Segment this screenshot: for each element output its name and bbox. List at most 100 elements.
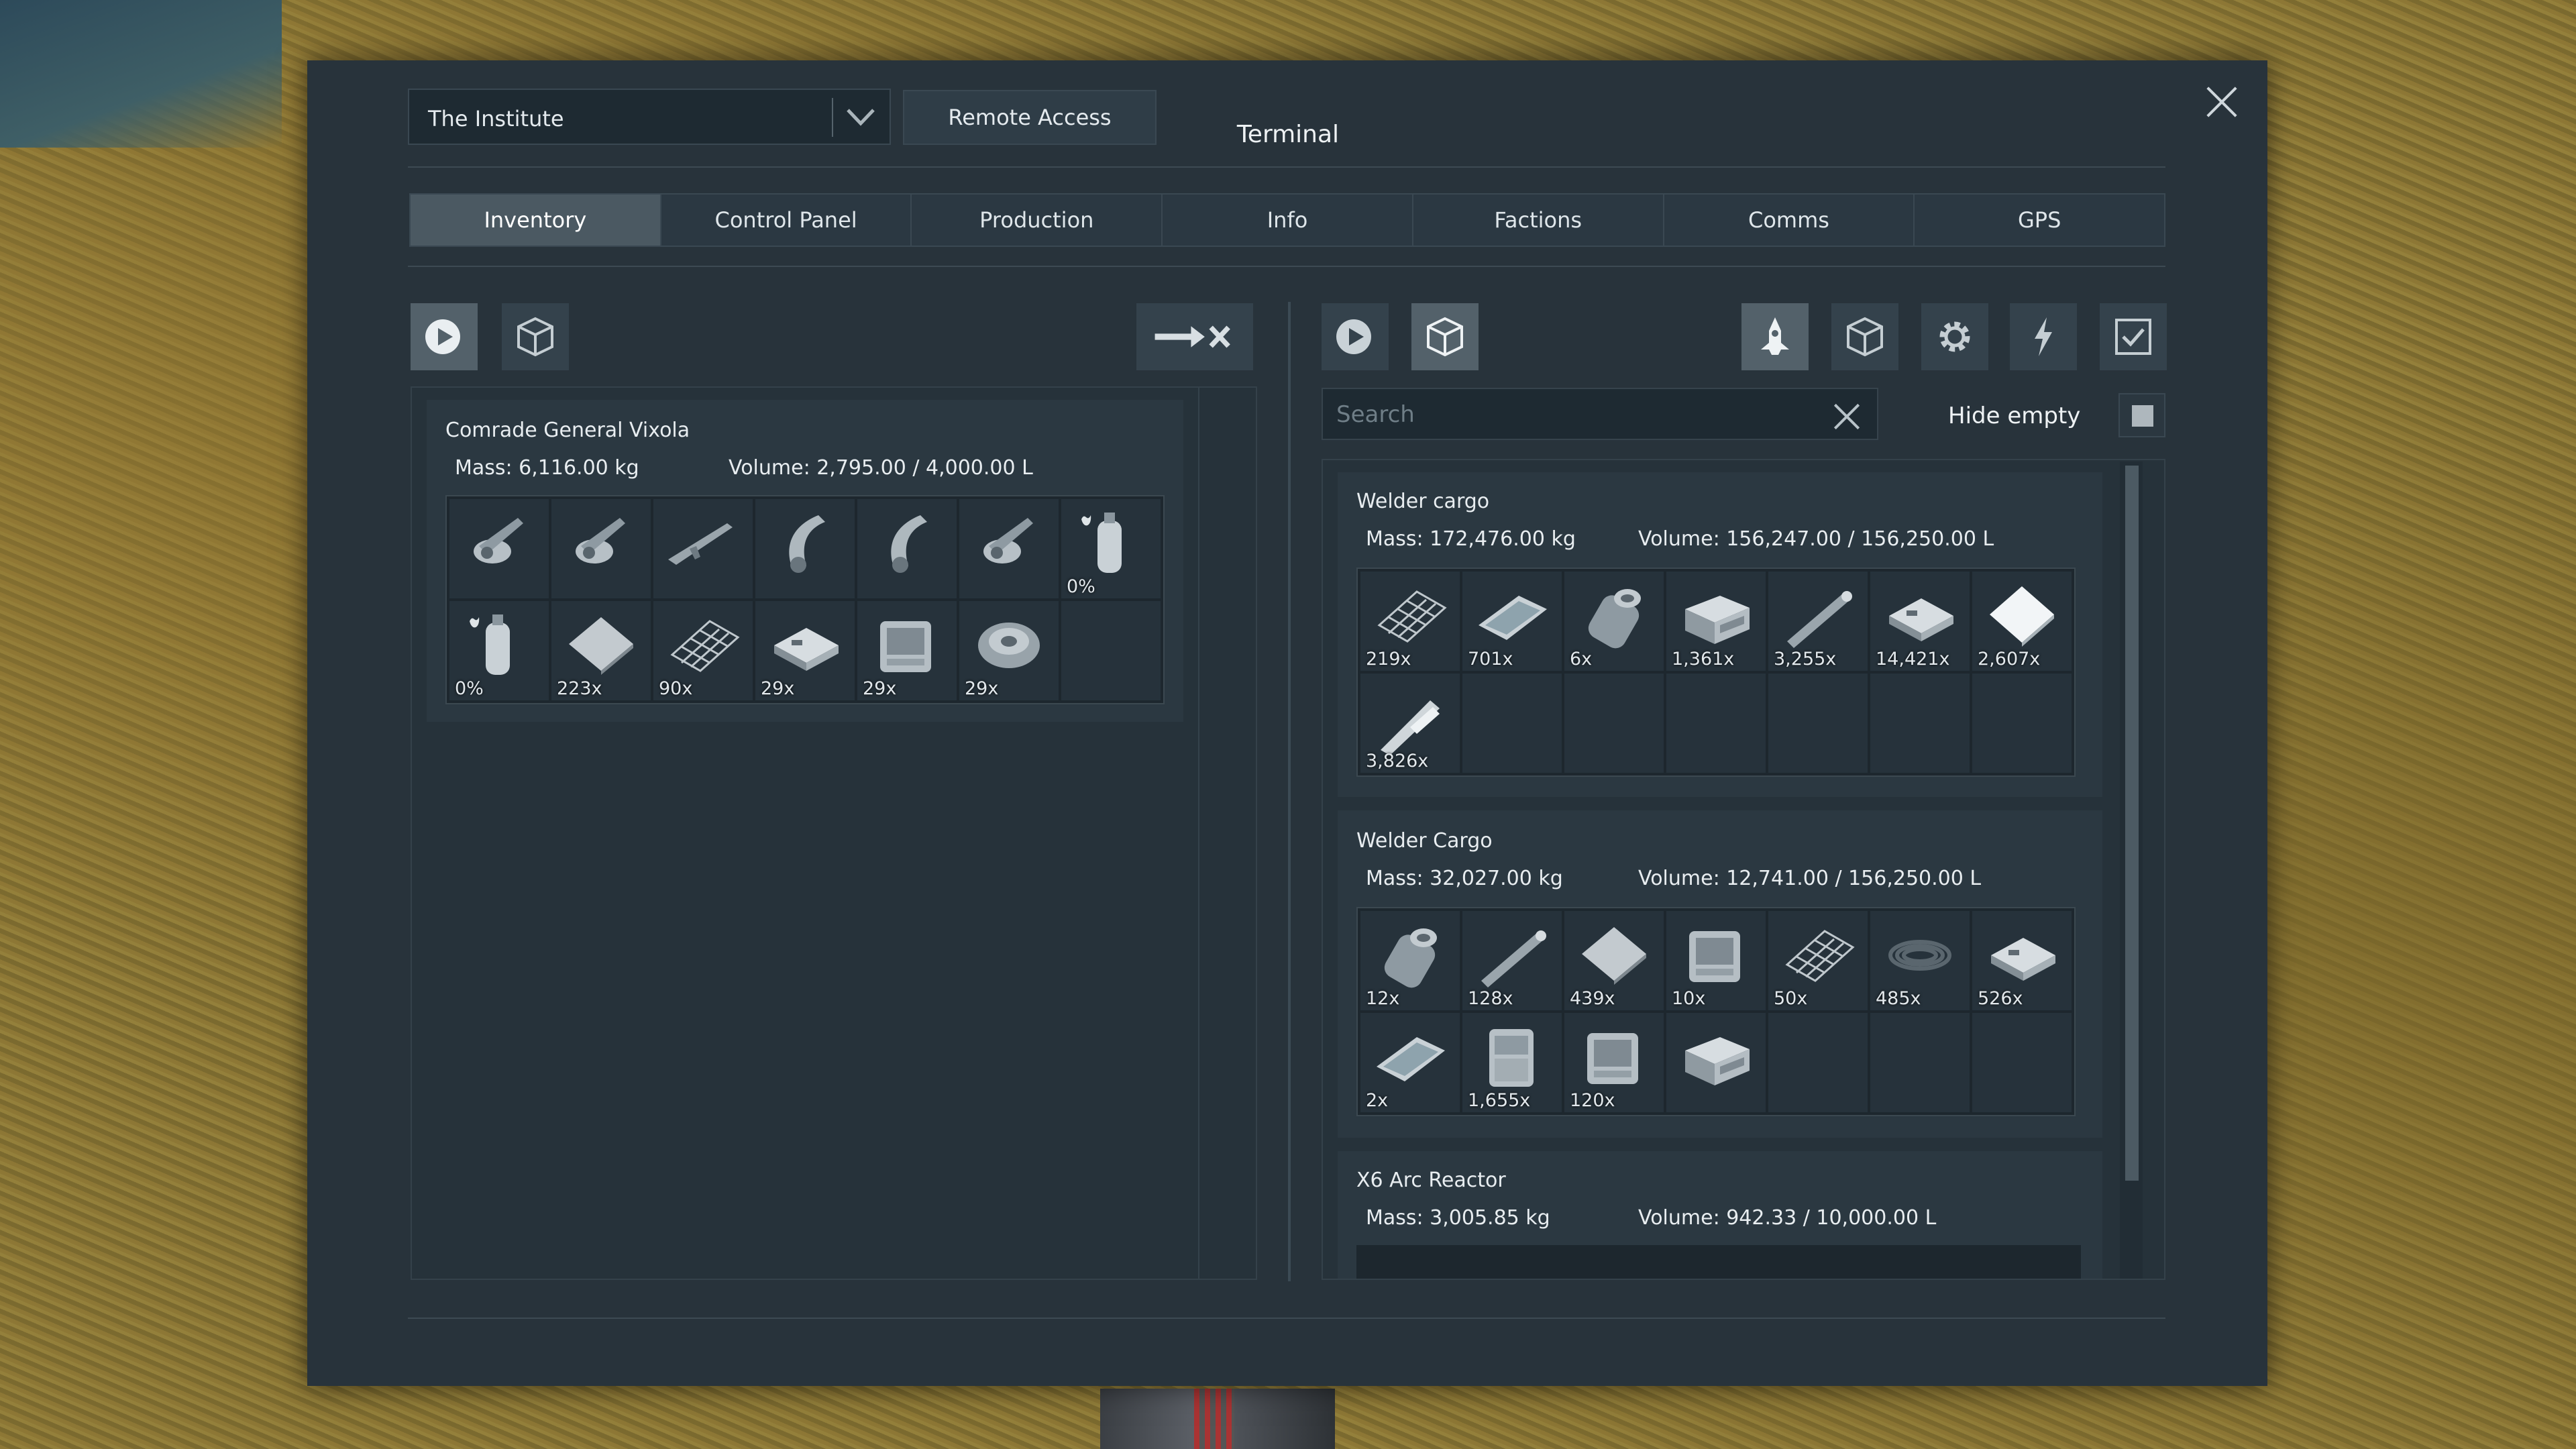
inventory-name: Comrade General Vixola <box>445 419 690 442</box>
inventory-mass: Mass: 32,027.00 kg <box>1366 867 1563 890</box>
inventory-slot[interactable] <box>857 499 957 598</box>
grinder-icon <box>474 518 523 564</box>
inventory-slot[interactable]: 439x <box>1564 911 1664 1010</box>
motor-icon <box>978 623 1040 668</box>
right-filter-character-button[interactable] <box>1322 303 1389 370</box>
inventory-slot[interactable]: 219x <box>1360 572 1460 671</box>
filter-functional-button[interactable] <box>1921 303 1988 370</box>
chevron-down-icon <box>847 109 875 126</box>
empty-inventory-slot[interactable] <box>1666 674 1766 773</box>
empty-inventory-slot[interactable] <box>1061 601 1161 700</box>
inventory-volume: Volume: 942.33 / 10,000.00 L <box>1638 1206 1937 1230</box>
inventory-slot[interactable]: 0% <box>449 601 549 700</box>
inventory-slot[interactable] <box>653 499 753 598</box>
hydrogen-bottle-icon <box>1081 513 1122 573</box>
computer-icon <box>1587 1033 1638 1084</box>
inventory-slot[interactable]: 29x <box>959 601 1059 700</box>
empty-inventory-slot[interactable] <box>1564 674 1664 773</box>
left-filter-container-button[interactable] <box>502 303 569 370</box>
inventory-slot[interactable]: 120x <box>1564 1013 1664 1112</box>
item-count: 485x <box>1876 988 1921 1009</box>
large-tube-icon <box>1787 591 1852 648</box>
inventory-slot[interactable]: 50x <box>1768 911 1868 1010</box>
filter-power-button[interactable] <box>2010 303 2077 370</box>
left-filter-character-button[interactable] <box>411 303 478 370</box>
container-icon <box>1427 317 1463 357</box>
inventory-slot[interactable] <box>755 499 855 598</box>
inventory-slot[interactable]: 3,826x <box>1360 674 1460 773</box>
inventory-slot[interactable] <box>551 499 651 598</box>
item-count: 3,826x <box>1366 751 1429 771</box>
search-input[interactable] <box>1335 396 1794 433</box>
empty-inventory-slot[interactable] <box>1972 1013 2072 1112</box>
inventory-slot[interactable]: 12x <box>1360 911 1460 1010</box>
tab-production[interactable]: Production <box>912 195 1163 246</box>
remote-access-button[interactable]: Remote Access <box>903 90 1157 145</box>
inventory-slot[interactable]: 10x <box>1666 911 1766 1010</box>
cargo-icon <box>1847 317 1883 357</box>
empty-inventory-slot[interactable] <box>1870 1013 1970 1112</box>
bulletproof-glass-icon <box>1990 586 2054 647</box>
item-count: 0% <box>455 678 484 699</box>
filter-ship-button[interactable] <box>1741 303 1809 370</box>
inventory-name: Welder cargo <box>1356 490 1490 513</box>
item-count: 0% <box>1067 576 1095 597</box>
inventory-name: X6 Arc Reactor <box>1356 1169 1506 1192</box>
empty-inventory-slot[interactable] <box>1972 674 2072 773</box>
metal-grid-icon <box>1785 930 1855 982</box>
grid-selector-value: The Institute <box>428 106 564 131</box>
inventory-slot[interactable]: 526x <box>1972 911 2072 1010</box>
item-count: 12x <box>1366 988 1400 1009</box>
inventory-slot[interactable]: 0% <box>1061 499 1161 598</box>
right-filter-container-button[interactable] <box>1411 303 1479 370</box>
inventory-slot[interactable]: 2,607x <box>1972 572 2072 671</box>
inventory-slot[interactable] <box>1666 1013 1766 1112</box>
computer-icon <box>880 621 931 672</box>
inventory-slot[interactable]: 1,655x <box>1462 1013 1562 1112</box>
tab-inventory[interactable]: Inventory <box>411 195 661 246</box>
inventory-slot[interactable]: 1,361x <box>1666 572 1766 671</box>
container-icon <box>517 317 553 357</box>
empty-inventory-slot[interactable] <box>1462 674 1562 773</box>
panel-splitter[interactable] <box>1288 302 1291 1281</box>
item-count: 1,361x <box>1672 649 1735 669</box>
tab-gps[interactable]: GPS <box>1915 195 2164 246</box>
item-count: 29x <box>965 678 999 699</box>
inventory-slot[interactable]: 29x <box>755 601 855 700</box>
inventory-slot[interactable] <box>959 499 1059 598</box>
tab-control-panel[interactable]: Control Panel <box>661 195 912 246</box>
inventory-slot[interactable]: 128x <box>1462 911 1562 1010</box>
empty-inventory-slot[interactable] <box>1768 674 1868 773</box>
inventory-slot[interactable]: 29x <box>857 601 957 700</box>
transfer-button[interactable] <box>1136 303 1253 370</box>
item-count: 1,655x <box>1468 1090 1531 1111</box>
inventory-mass: Mass: 6,116.00 kg <box>455 456 639 480</box>
scrollbar-thumb[interactable] <box>2125 466 2139 1181</box>
grid-selector-dropdown[interactable]: The Institute <box>408 89 891 145</box>
inventory-slot[interactable]: 2x <box>1360 1013 1460 1112</box>
tab-factions[interactable]: Factions <box>1413 195 1664 246</box>
hide-empty-checkbox[interactable] <box>2118 393 2165 437</box>
inventory-slot[interactable]: 223x <box>551 601 651 700</box>
filter-cargo-button[interactable] <box>1831 303 1898 370</box>
inventory-slot[interactable]: 90x <box>653 601 753 700</box>
inventory-name: Welder Cargo <box>1356 829 1493 853</box>
tab-info[interactable]: Info <box>1163 195 1413 246</box>
item-count: 223x <box>557 678 602 699</box>
inventory-slot[interactable]: 485x <box>1870 911 1970 1010</box>
tab-comms[interactable]: Comms <box>1664 195 1915 246</box>
inventory-slot[interactable]: 701x <box>1462 572 1562 671</box>
inventory-slot[interactable] <box>449 499 549 598</box>
thruster-component-icon <box>1588 589 1641 649</box>
empty-inventory-slot[interactable] <box>1768 1013 1868 1112</box>
inventory-mass: Mass: 172,476.00 kg <box>1366 527 1576 551</box>
filter-all-button[interactable] <box>2100 303 2167 370</box>
clear-search-icon[interactable] <box>1831 401 1862 432</box>
inventory-slot[interactable]: 3,255x <box>1768 572 1868 671</box>
empty-inventory-slot[interactable] <box>1870 674 1970 773</box>
inventory-slot[interactable]: 14,421x <box>1870 572 1970 671</box>
close-button[interactable] <box>2199 79 2246 126</box>
search-field[interactable] <box>1322 388 1878 440</box>
inventory-slot[interactable]: 6x <box>1564 572 1664 671</box>
metal-grid-icon <box>1377 590 1447 643</box>
